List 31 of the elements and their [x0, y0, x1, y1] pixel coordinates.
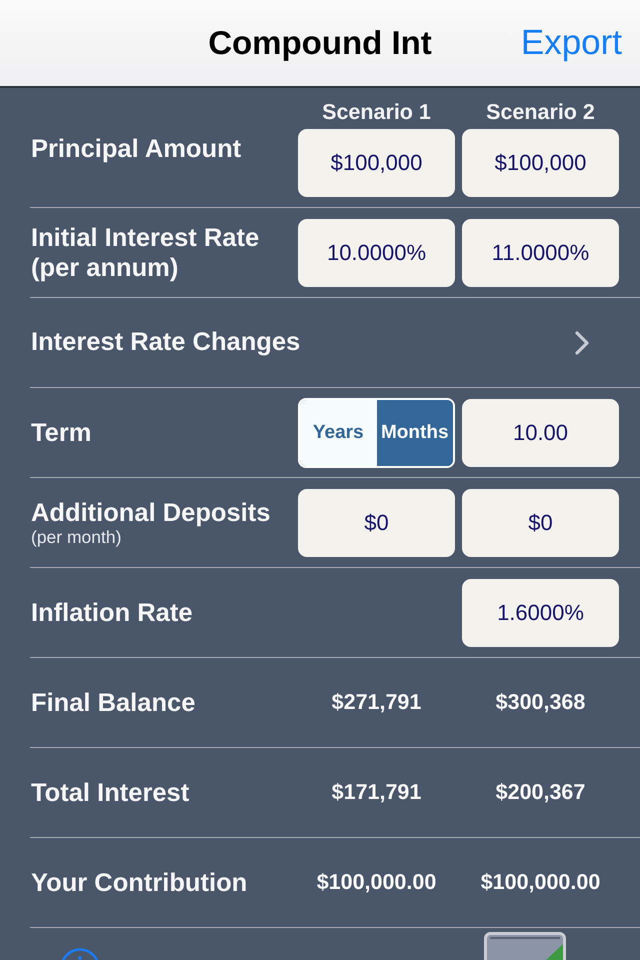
result-value: $100,000.00	[316, 870, 436, 895]
input-field[interactable]: 1.6000%	[462, 578, 619, 646]
input-field[interactable]: $0	[298, 488, 455, 556]
scenario-header: Scenario 2	[485, 100, 596, 124]
row-label: Inflation Rate	[30, 598, 193, 628]
export-button[interactable]: Export	[520, 23, 622, 63]
row-label: Term	[30, 418, 92, 448]
row-label: Additional Deposits	[30, 498, 270, 528]
row-label: Initial Interest Rate (per annum)	[30, 222, 260, 282]
input-field[interactable]: $0	[462, 488, 619, 556]
row-label: Your Contribution	[30, 868, 248, 898]
input-field[interactable]: 11.0000%	[462, 218, 619, 286]
row-label: Final Balance	[30, 688, 196, 718]
input-field[interactable]: 10.00	[462, 398, 619, 466]
chart-icon[interactable]	[484, 932, 566, 960]
scenario-header: Scenario 1	[321, 100, 432, 124]
result-value: $171,791	[332, 780, 422, 805]
nav-title: Compound Int	[208, 24, 432, 62]
segment-button[interactable]: Years	[300, 400, 376, 466]
result-value: $300,368	[496, 690, 586, 715]
input-field[interactable]: $100,000	[462, 129, 619, 197]
disclosure-row[interactable]: Interest Rate Changes	[30, 298, 619, 387]
input-field[interactable]: 10.0000%	[298, 218, 455, 286]
row-label: Total Interest	[30, 778, 190, 808]
row-note: (per month)	[30, 528, 122, 547]
chevron-icon	[575, 330, 589, 354]
row-label: Principal Amount	[30, 134, 242, 164]
result-value: $200,367	[496, 780, 586, 805]
result-value: $271,791	[332, 690, 422, 715]
result-value: $100,000.00	[480, 870, 600, 895]
input-field[interactable]: $100,000	[298, 129, 455, 197]
